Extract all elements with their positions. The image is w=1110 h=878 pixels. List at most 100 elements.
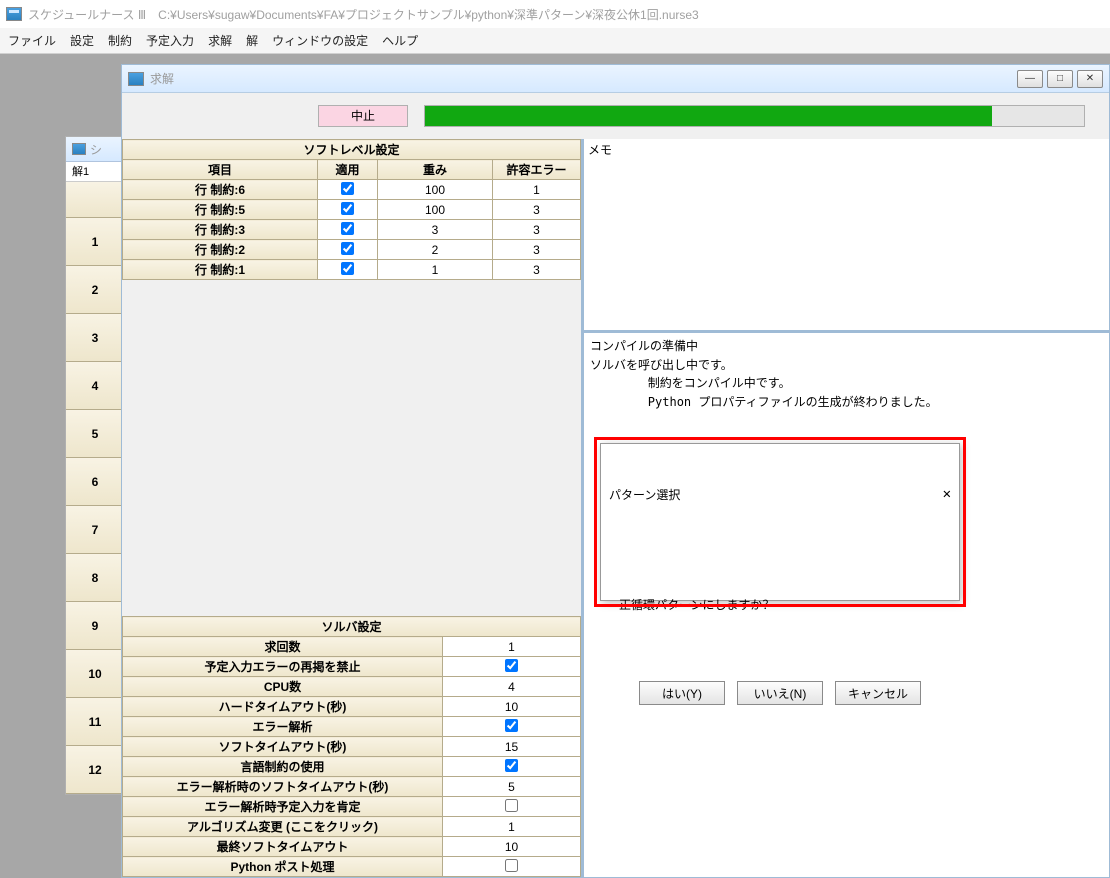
dialog-cancel-button[interactable]: キャンセル — [835, 681, 921, 705]
log-text: コンパイルの準備中 ソルバを呼び出し中です。 制約をコンパイル中です。 Pyth… — [590, 337, 1103, 411]
solver-table: ソルバ設定 求回数1予定入力エラーの再掲を禁止CPU数4ハードタイムアウト(秒)… — [122, 616, 581, 877]
table-row: エラー解析時のソフトタイムアウト(秒)5 — [123, 777, 581, 797]
solver-name[interactable]: ソフトタイムアウト(秒) — [123, 737, 443, 757]
softlevel-weight[interactable]: 100 — [378, 200, 493, 220]
window-minimize-button[interactable]: — — [1017, 70, 1043, 88]
solver-value[interactable]: 15 — [443, 737, 581, 757]
menu-file[interactable]: ファイル — [8, 32, 56, 49]
dialog-message: 正循環パターンにしますか？ — [619, 596, 941, 615]
menu-solve[interactable]: 求解 — [208, 32, 232, 49]
row-header: 4 — [66, 362, 124, 410]
app-title: スケジュールナース Ⅲ — [28, 6, 146, 23]
dialog-close-icon[interactable]: ✕ — [943, 484, 951, 506]
apply-checkbox[interactable] — [341, 222, 354, 235]
solver-value[interactable] — [443, 857, 581, 877]
tab-solution1[interactable]: 解1 — [66, 162, 124, 182]
softlevel-err[interactable]: 3 — [493, 240, 581, 260]
softlevel-weight[interactable]: 3 — [378, 220, 493, 240]
right-pane: メモ コンパイルの準備中 ソルバを呼び出し中です。 制約をコンパイル中です。 P… — [584, 139, 1109, 877]
apply-checkbox[interactable] — [341, 202, 354, 215]
solver-checkbox[interactable] — [505, 659, 518, 672]
window-icon — [128, 72, 144, 86]
softlevel-apply[interactable] — [318, 200, 378, 220]
menu-help[interactable]: ヘルプ — [382, 32, 418, 49]
softlevel-err[interactable]: 1 — [493, 180, 581, 200]
softlevel-err[interactable]: 3 — [493, 220, 581, 240]
solver-name[interactable]: 最終ソフトタイムアウト — [123, 837, 443, 857]
softlevel-err[interactable]: 3 — [493, 200, 581, 220]
apply-checkbox[interactable] — [341, 182, 354, 195]
table-row: 行 制約:3 33 — [123, 220, 581, 240]
solver-value[interactable]: 10 — [443, 697, 581, 717]
solver-name[interactable]: エラー解析時予定入力を肯定 — [123, 797, 443, 817]
solver-value[interactable]: 1 — [443, 637, 581, 657]
apply-checkbox[interactable] — [341, 242, 354, 255]
solver-name[interactable]: CPU数 — [123, 677, 443, 697]
softlevel-apply[interactable] — [318, 240, 378, 260]
solver-checkbox[interactable] — [505, 759, 518, 772]
row-header: 11 — [66, 698, 124, 746]
softlevel-name[interactable]: 行 制約:6 — [123, 180, 318, 200]
solver-value[interactable]: 10 — [443, 837, 581, 857]
log-panel: コンパイルの準備中 ソルバを呼び出し中です。 制約をコンパイル中です。 Pyth… — [584, 333, 1109, 877]
solver-value[interactable]: 4 — [443, 677, 581, 697]
solver-checkbox[interactable] — [505, 719, 518, 732]
solver-value[interactable]: 1 — [443, 817, 581, 837]
memo-label: メモ — [588, 143, 612, 157]
softlevel-header-item: 項目 — [123, 160, 318, 180]
solver-value[interactable] — [443, 797, 581, 817]
table-row: 最終ソフトタイムアウト10 — [123, 837, 581, 857]
softlevel-name[interactable]: 行 制約:3 — [123, 220, 318, 240]
solve-window-titlebar: 求解 — □ ✕ — [122, 65, 1109, 93]
app-titlebar: スケジュールナース Ⅲ C:¥Users¥sugaw¥Documents¥FA¥… — [0, 0, 1110, 28]
softlevel-name[interactable]: 行 制約:2 — [123, 240, 318, 260]
solver-name[interactable]: エラー解析 — [123, 717, 443, 737]
softlevel-weight[interactable]: 100 — [378, 180, 493, 200]
solver-name[interactable]: 求回数 — [123, 637, 443, 657]
solver-name[interactable]: 言語制約の使用 — [123, 757, 443, 777]
table-row: エラー解析時予定入力を肯定 — [123, 797, 581, 817]
row-header: 5 — [66, 410, 124, 458]
solver-value[interactable] — [443, 757, 581, 777]
solver-name[interactable]: Python ポスト処理 — [123, 857, 443, 877]
menu-schedule-input[interactable]: 予定入力 — [146, 32, 194, 49]
dialog-no-button[interactable]: いいえ(N) — [737, 681, 823, 705]
dialog-yes-button[interactable]: はい(Y) — [639, 681, 725, 705]
softlevel-title: ソフトレベル設定 — [123, 140, 581, 160]
menu-solution[interactable]: 解 — [246, 32, 258, 49]
solver-checkbox[interactable] — [505, 859, 518, 872]
solve-toolbar: 中止 — [122, 93, 1109, 139]
menu-settings[interactable]: 設定 — [70, 32, 94, 49]
apply-checkbox[interactable] — [341, 262, 354, 275]
app-filepath: C:¥Users¥sugaw¥Documents¥FA¥プロジェクトサンプル¥p… — [158, 6, 699, 23]
solver-value[interactable] — [443, 717, 581, 737]
dialog-title: パターン選択 — [609, 486, 680, 505]
softlevel-apply[interactable] — [318, 260, 378, 280]
solver-name[interactable]: エラー解析時のソフトタイムアウト(秒) — [123, 777, 443, 797]
solver-name[interactable]: アルゴリズム変更 (ここをクリック) — [123, 817, 443, 837]
menu-window-settings[interactable]: ウィンドウの設定 — [272, 32, 368, 49]
table-row: エラー解析 — [123, 717, 581, 737]
solver-value[interactable] — [443, 657, 581, 677]
window-maximize-button[interactable]: □ — [1047, 70, 1073, 88]
workspace: シ 解1 123456789101112 求解 — □ ✕ 中止 — [0, 54, 1110, 878]
solver-name[interactable]: 予定入力エラーの再掲を禁止 — [123, 657, 443, 677]
softlevel-err[interactable]: 3 — [493, 260, 581, 280]
memo-panel[interactable]: メモ — [584, 139, 1109, 333]
softlevel-apply[interactable] — [318, 220, 378, 240]
softlevel-apply[interactable] — [318, 180, 378, 200]
table-row: 求回数1 — [123, 637, 581, 657]
window-close-button[interactable]: ✕ — [1077, 70, 1103, 88]
solver-name[interactable]: ハードタイムアウト(秒) — [123, 697, 443, 717]
app-icon — [6, 7, 22, 21]
softlevel-header-apply: 適用 — [318, 160, 378, 180]
solver-checkbox[interactable] — [505, 799, 518, 812]
softlevel-header-err: 許容エラー — [493, 160, 581, 180]
softlevel-name[interactable]: 行 制約:5 — [123, 200, 318, 220]
softlevel-weight[interactable]: 1 — [378, 260, 493, 280]
softlevel-weight[interactable]: 2 — [378, 240, 493, 260]
softlevel-name[interactable]: 行 制約:1 — [123, 260, 318, 280]
menu-constraints[interactable]: 制約 — [108, 32, 132, 49]
solver-value[interactable]: 5 — [443, 777, 581, 797]
stop-button[interactable]: 中止 — [318, 105, 408, 127]
